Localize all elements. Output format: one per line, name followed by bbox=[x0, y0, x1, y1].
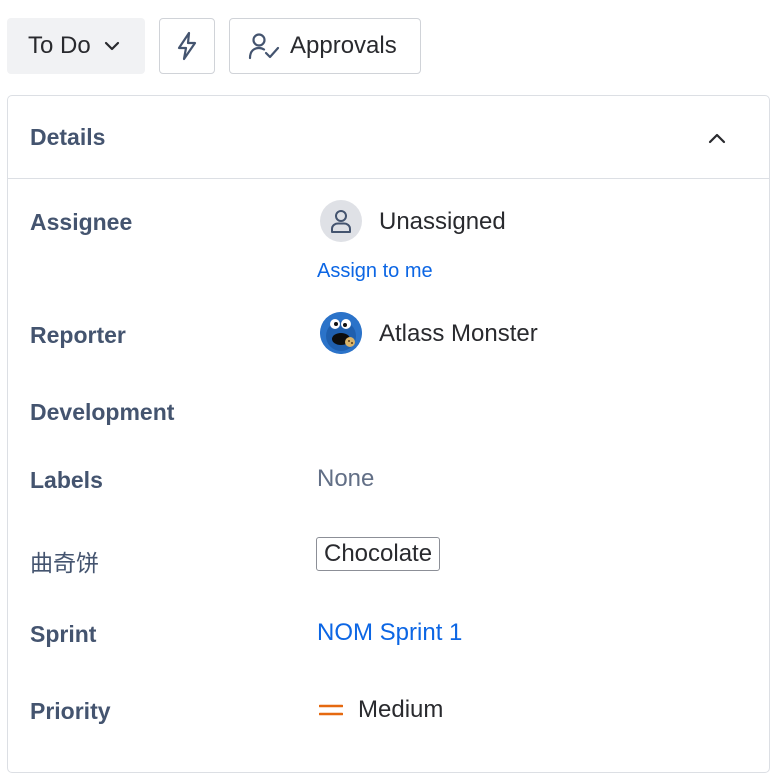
custom-field-label: 曲奇饼 bbox=[30, 550, 99, 576]
priority-value[interactable]: Medium bbox=[358, 696, 443, 724]
issue-toolbar: To Do Approvals bbox=[7, 18, 421, 74]
approvals-label: Approvals bbox=[290, 32, 397, 59]
approvals-button[interactable]: Approvals bbox=[229, 18, 421, 74]
automation-button[interactable] bbox=[159, 18, 215, 74]
labels-label: Labels bbox=[30, 467, 103, 493]
reporter-label: Reporter bbox=[30, 322, 126, 348]
assignee-label: Assignee bbox=[30, 209, 133, 235]
reporter-value[interactable]: Atlass Monster bbox=[379, 320, 538, 348]
assignee-avatar[interactable] bbox=[320, 200, 362, 242]
chevron-up-icon[interactable] bbox=[707, 128, 727, 148]
assignee-value[interactable]: Unassigned bbox=[379, 208, 506, 236]
details-panel: Details Assignee Unassigned Assign to me… bbox=[7, 95, 770, 773]
custom-field-tag[interactable]: Chocolate bbox=[316, 537, 441, 571]
sprint-label: Sprint bbox=[30, 621, 97, 647]
priority-medium-icon bbox=[319, 704, 343, 716]
monster-avatar-image bbox=[320, 312, 362, 354]
development-label: Development bbox=[30, 399, 175, 425]
person-icon bbox=[331, 210, 351, 233]
reporter-avatar[interactable] bbox=[320, 312, 362, 354]
status-label: To Do bbox=[28, 32, 91, 59]
sprint-link[interactable]: NOM Sprint 1 bbox=[317, 619, 462, 647]
priority-label: Priority bbox=[30, 698, 111, 724]
details-header[interactable]: Details bbox=[8, 96, 769, 179]
labels-value[interactable]: None bbox=[317, 465, 374, 493]
chevron-down-icon bbox=[104, 41, 119, 51]
lightning-icon bbox=[177, 31, 197, 61]
details-title: Details bbox=[30, 124, 106, 150]
user-check-icon bbox=[248, 33, 280, 60]
assign-to-me-link[interactable]: Assign to me bbox=[317, 260, 433, 283]
status-dropdown-button[interactable]: To Do bbox=[7, 18, 145, 74]
